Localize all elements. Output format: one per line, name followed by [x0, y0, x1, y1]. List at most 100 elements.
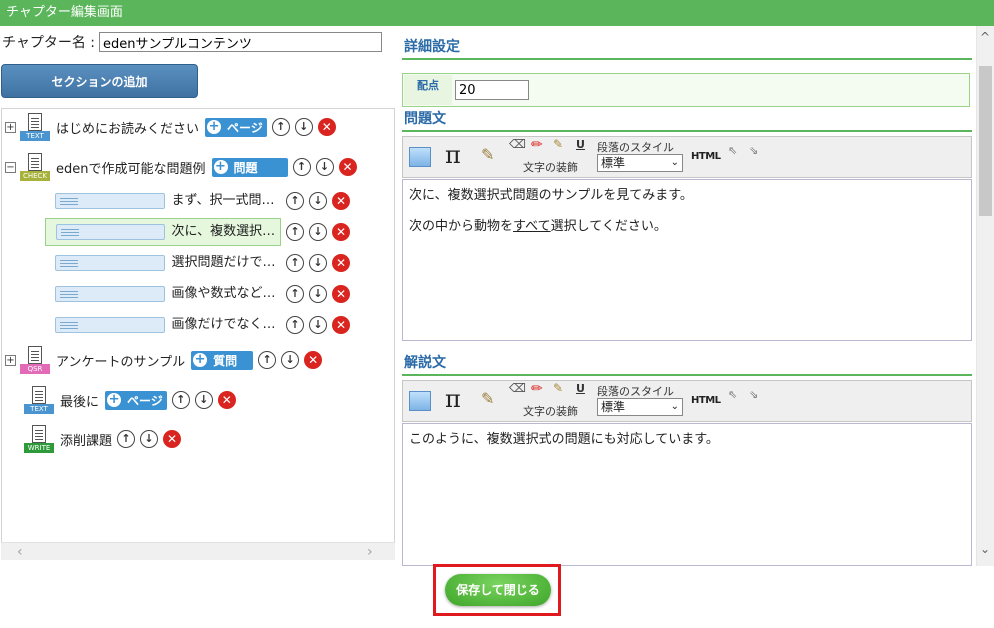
move-up-icon[interactable]: ↑ [286, 223, 304, 241]
question-item[interactable]: まず、択一式問題のサンプル... ↑ ↓ ✕ [45, 187, 350, 215]
move-up-icon[interactable]: ↑ [286, 254, 304, 272]
tree-node-label: edenで作成可能な問題例 [56, 161, 206, 177]
delete-icon[interactable]: ✕ [217, 391, 236, 409]
expand-icon[interactable]: + [5, 121, 16, 133]
question-label: 画像だけでなく、動画や音声... [171, 317, 281, 332]
explanation-text-editor[interactable]: このように、複数選択式の問題にも対応しています。 [402, 423, 972, 566]
delete-icon[interactable]: ✕ [332, 316, 350, 334]
eraser-icon[interactable]: ⌫ [509, 381, 526, 395]
detail-settings-title: 詳細設定 [404, 39, 460, 55]
underline-icon[interactable]: U [576, 138, 585, 151]
expand-arrow-icon[interactable]: ⇖ [728, 144, 737, 157]
question-line-2: 次の中から動物をすべて選択してください。 [409, 219, 667, 234]
expand-icon[interactable]: + [5, 354, 16, 366]
paragraph-style-select[interactable]: 標準 ⌄ [597, 398, 683, 416]
collapse-icon[interactable]: − [5, 161, 16, 173]
delete-icon[interactable]: ✕ [163, 430, 182, 448]
delete-icon[interactable]: ✕ [338, 158, 357, 176]
add-question-button[interactable]: + 問題 [211, 157, 288, 177]
underline-icon[interactable]: U [576, 382, 585, 395]
question-icon [55, 255, 166, 271]
expand-arrow-icon[interactable]: ⇖ [728, 388, 737, 401]
add-page-button[interactable]: + ページ [205, 117, 267, 137]
question-item[interactable]: 選択問題だけでなく、空欄補... ↑ ↓ ✕ [45, 249, 350, 277]
question-item[interactable]: 画像や数式などを問題文や選... ↑ ↓ ✕ [45, 280, 350, 308]
move-up-icon[interactable]: ↑ [171, 391, 190, 409]
brush-icon[interactable]: ✎ [481, 389, 494, 408]
highlight-icon[interactable]: ✎ [553, 381, 563, 395]
insert-image-icon[interactable] [409, 147, 431, 167]
text-color-icon[interactable]: ✏ [531, 381, 543, 397]
scroll-right-icon[interactable]: › [367, 543, 373, 561]
move-down-icon[interactable]: ↓ [309, 285, 327, 303]
move-down-icon[interactable]: ↓ [309, 254, 327, 272]
collapse-arrow-icon[interactable]: ⇘ [749, 388, 758, 401]
move-up-icon[interactable]: ↑ [117, 430, 136, 448]
question-icon [56, 224, 166, 240]
move-down-icon[interactable]: ↓ [281, 351, 300, 369]
scroll-left-icon[interactable]: ‹ [17, 543, 23, 561]
question-item-selected[interactable]: 次に、複数選択式問題のサン... ↑ ↓ ✕ [45, 218, 350, 246]
delete-icon[interactable]: ✕ [304, 351, 323, 369]
tree-node-question-examples[interactable]: − CHECK edenで作成可能な問題例 + 問題 ↑ ↓ ✕ [5, 153, 357, 181]
points-label: 配点 [404, 75, 452, 105]
move-down-icon[interactable]: ↓ [309, 192, 327, 210]
brush-icon[interactable]: ✎ [481, 145, 494, 164]
scroll-up-icon[interactable]: ^ [980, 30, 990, 44]
move-up-icon[interactable]: ↑ [286, 316, 304, 334]
tree-node-survey[interactable]: + QSR アンケートのサンプル + 質問 ↑ ↓ ✕ [5, 346, 323, 374]
scroll-down-icon[interactable]: ⌄ [980, 542, 990, 556]
text-color-icon[interactable]: ✏ [531, 137, 543, 153]
scroll-thumb[interactable] [979, 66, 992, 216]
tree-node-last[interactable]: TEXT 最後に + ページ ↑ ↓ ✕ [24, 386, 236, 414]
tree-node-intro[interactable]: + TEXT はじめにお読みください + ページ ↑ ↓ ✕ [5, 113, 336, 141]
move-up-icon[interactable]: ↑ [286, 285, 304, 303]
chapter-name-input[interactable] [99, 32, 383, 52]
move-up-icon[interactable]: ↑ [286, 192, 304, 210]
left-panel: チャプター名 : セクションの追加 + TEXT はじめにお読みください +ペー… [0, 26, 398, 560]
add-section-button[interactable]: セクションの追加 [1, 64, 198, 98]
explanation-line-1: このように、複数選択式の問題にも対応しています。 [409, 432, 719, 447]
plus-icon: + [193, 352, 208, 367]
html-button[interactable]: HTML [691, 151, 721, 162]
tree-node-assignment[interactable]: WRITE 添削課題 ↑ ↓ ✕ [24, 425, 182, 453]
insert-image-icon[interactable] [409, 391, 431, 411]
add-page-button[interactable]: + ページ [105, 390, 167, 410]
move-up-icon[interactable]: ↑ [258, 351, 277, 369]
tree-node-label: はじめにお読みください [56, 121, 200, 137]
delete-icon[interactable]: ✕ [332, 223, 350, 241]
html-button[interactable]: HTML [691, 395, 721, 406]
delete-icon[interactable]: ✕ [332, 192, 350, 210]
move-down-icon[interactable]: ↓ [140, 430, 159, 448]
delete-icon[interactable]: ✕ [332, 285, 350, 303]
paragraph-style-label: 段落のスタイル [597, 141, 674, 154]
move-down-icon[interactable]: ↓ [309, 223, 327, 241]
points-input[interactable] [455, 80, 529, 100]
move-down-icon[interactable]: ↓ [309, 316, 327, 334]
paragraph-style-select[interactable]: 標準 ⌄ [597, 154, 683, 172]
right-vertical-scrollbar[interactable]: ^ ⌄ [976, 26, 994, 566]
question-label: まず、択一式問題のサンプル... [171, 193, 281, 208]
move-up-icon[interactable]: ↑ [292, 158, 311, 176]
insert-formula-icon[interactable]: π [445, 141, 461, 169]
collapse-arrow-icon[interactable]: ⇘ [749, 144, 758, 157]
insert-formula-icon[interactable]: π [445, 385, 461, 413]
question-label: 選択問題だけでなく、空欄補... [171, 255, 281, 270]
move-down-icon[interactable]: ↓ [294, 118, 313, 136]
move-down-icon[interactable]: ↓ [194, 391, 213, 409]
highlight-icon[interactable]: ✎ [553, 137, 563, 151]
add-survey-question-button[interactable]: + 質問 [191, 350, 254, 370]
section-divider [402, 374, 972, 376]
question-item[interactable]: 画像だけでなく、動画や音声... ↑ ↓ ✕ [45, 311, 350, 339]
question-text-editor[interactable]: 次に、複数選択式問題のサンプルを見てみます。 次の中から動物をすべて選択してくだ… [402, 179, 972, 341]
save-and-close-button[interactable]: 保存して閉じる [445, 574, 551, 606]
delete-icon[interactable]: ✕ [317, 118, 336, 136]
tree-horizontal-scrollbar[interactable]: ‹ › [1, 542, 395, 560]
chevron-down-icon: ⌄ [670, 401, 679, 412]
move-down-icon[interactable]: ↓ [315, 158, 334, 176]
explanation-editor-toolbar: π ✎ ⌫ ✏ ✎ U 文字の装飾 段落のスタイル 標準 ⌄ HTML ⇖ ⇘ [402, 380, 972, 422]
chevron-down-icon: ⌄ [670, 157, 679, 168]
eraser-icon[interactable]: ⌫ [509, 137, 526, 151]
delete-icon[interactable]: ✕ [332, 254, 350, 272]
move-up-icon[interactable]: ↑ [271, 118, 290, 136]
